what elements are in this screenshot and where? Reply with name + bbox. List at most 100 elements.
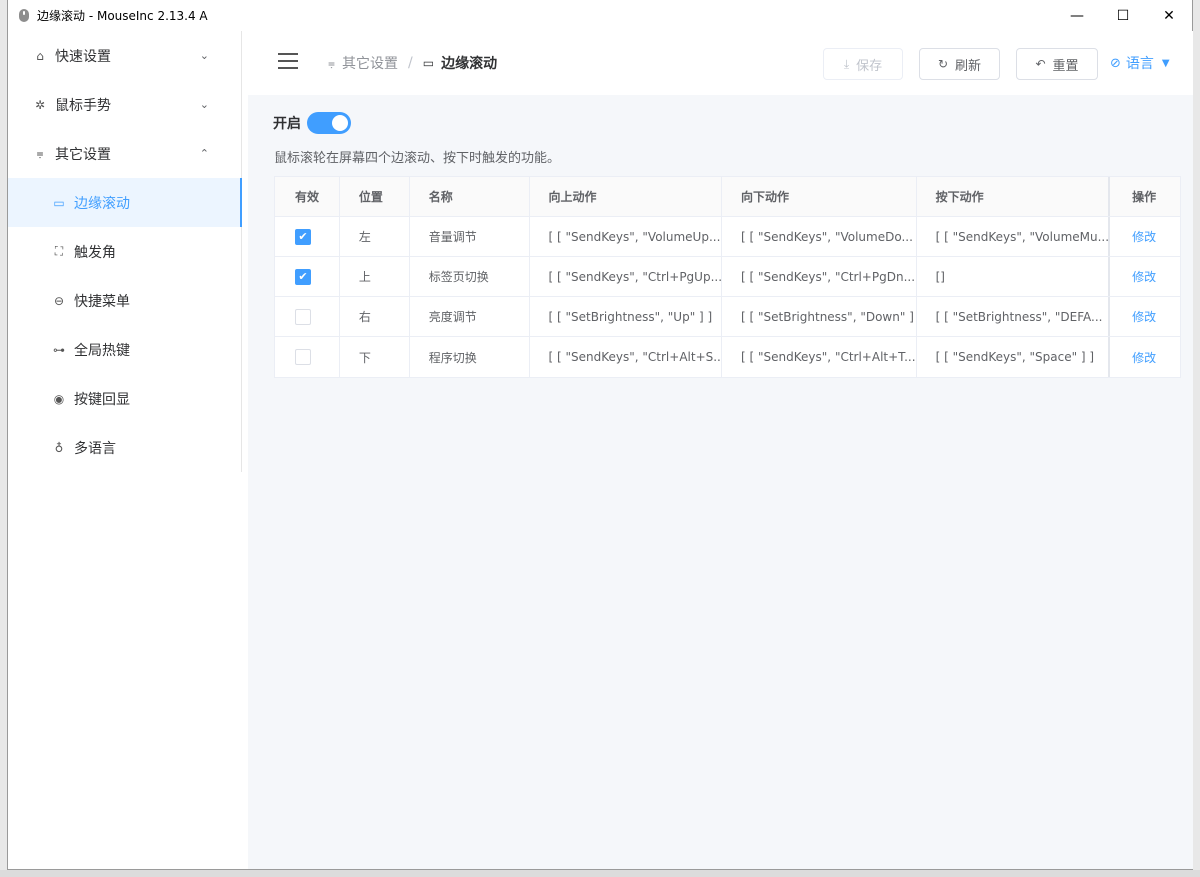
sidebar-item-languages[interactable]: ♁ 多语言 [8,423,241,472]
up-action-cell: [ [ "SetBrightness", "Up" ] ] [530,297,723,336]
press-action-cell: [ [ "SetBrightness", "DEFA... [917,297,1111,336]
name-cell: 亮度调节 [410,297,530,336]
save-button-label: 保存 [856,58,883,74]
enabled-cell: ✔ [275,217,340,256]
sidebar-item-label: 快速设置 [55,48,111,65]
microphone-icon: ♁ [54,440,64,455]
edit-link[interactable]: 修改 [1132,228,1156,245]
sidebar-item-quick-settings[interactable]: ⌂ 快速设置 ⌄ [8,31,241,80]
press-action-cell: [ [ "SendKeys", "Space" ] ] [917,337,1111,377]
down-action-cell: [ [ "SetBrightness", "Down" ] ] [722,297,917,336]
sliders-icon: ⩦ [36,146,44,160]
maximize-button[interactable]: ☐ [1100,0,1146,31]
table-row: ✔ 左 音量调节 [ [ "SendKeys", "VolumeUp... [ … [275,217,1180,257]
refresh-button-label: 刷新 [955,58,982,74]
sidebar-item-label: 多语言 [74,440,116,457]
enable-toggle[interactable] [307,112,351,134]
sidebar-item-label: 鼠标手势 [55,97,111,114]
column-header: 有效 [275,177,340,216]
position-cell: 右 [340,297,410,336]
sliders-icon: ⩦ [328,55,336,70]
sidebar-item-label: 按键回显 [74,391,130,408]
sidebar: ⌂ 快速设置 ⌄ ✲ 鼠标手势 ⌄ ⩦ 其它设置 ⌃ ▭ 边缘滚动 ⛶ 触发角 … [8,31,242,472]
caret-down-icon: ▼ [1161,57,1170,69]
title-bar: 边缘滚动 - MouseInc 2.13.4 A — ☐ ✕ [8,0,1192,31]
sidebar-item-hot-corners[interactable]: ⛶ 触发角 [8,227,241,276]
language-label: 语言 [1125,56,1154,72]
breadcrumb-parent[interactable]: ⩦ 其它设置 [328,53,398,73]
name-cell: 音量调节 [410,217,530,256]
name-cell: 标签页切换 [410,257,530,296]
refresh-button[interactable]: ↻ 刷新 [919,48,1000,80]
edit-link[interactable]: 修改 [1132,349,1156,366]
action-cell: 修改 [1110,217,1180,256]
reset-button-label: 重置 [1052,58,1079,74]
mouse-icon [19,9,29,22]
monitor-icon: ▭ [53,195,65,210]
save-button[interactable]: ⤓ 保存 [823,48,903,80]
download-icon: ⤓ [843,56,850,71]
enabled-cell [275,297,340,336]
enabled-checkbox[interactable]: ✔ [295,268,311,285]
edit-link[interactable]: 修改 [1132,308,1156,325]
sidebar-item-mouse-gestures[interactable]: ✲ 鼠标手势 ⌄ [8,80,241,129]
refresh-icon: ↻ [937,57,949,71]
position-cell: 下 [340,337,410,377]
sidebar-item-label: 其它设置 [55,146,111,163]
menu-toggle-icon[interactable] [278,53,298,69]
column-header: 按下动作 [917,177,1111,216]
app-window: 边缘滚动 - MouseInc 2.13.4 A — ☐ ✕ ⌂ 快速设置 ⌄ … [7,0,1193,870]
breadcrumb-current: ▭ 边缘滚动 [423,53,497,73]
up-action-cell: [ [ "SendKeys", "Ctrl+Alt+S... [530,337,723,377]
table-row: ✔ 上 标签页切换 [ [ "SendKeys", "Ctrl+PgUp... … [275,257,1180,297]
undo-icon: ↶ [1035,57,1046,71]
reset-button[interactable]: ↶ 重置 [1016,48,1098,80]
action-cell: 修改 [1110,337,1180,377]
enable-label: 开启 [273,116,301,132]
gear-icon: ✲ [34,97,46,112]
breadcrumb-current-label: 边缘滚动 [441,56,498,72]
minimize-button[interactable]: — [1054,0,1100,31]
sidebar-item-label: 触发角 [74,244,116,261]
enabled-checkbox[interactable]: ✔ [295,228,311,245]
breadcrumb: ⩦ 其它设置 / ▭ 边缘滚动 [328,53,497,73]
breadcrumb-separator: / [408,55,413,71]
home-icon: ⌂ [36,48,44,63]
up-action-cell: [ [ "SendKeys", "VolumeUp... [530,217,723,256]
monitor-icon: ▭ [422,56,435,70]
language-dropdown[interactable]: ⊘ 语言 ▼ [1110,53,1170,73]
sidebar-item-label: 全局热键 [74,342,130,359]
column-header: 向上动作 [530,177,723,216]
up-action-cell: [ [ "SendKeys", "Ctrl+PgUp... [530,257,723,296]
enabled-cell: ✔ [275,257,340,296]
sidebar-item-quick-menu[interactable]: ⊖ 快捷菜单 [8,276,241,325]
enable-row: 开启 [273,112,351,134]
breadcrumb-parent-label: 其它设置 [342,56,399,72]
enabled-cell [275,337,340,377]
edit-link[interactable]: 修改 [1132,268,1156,285]
window-title: 边缘滚动 - MouseInc 2.13.4 A [37,9,208,23]
chevron-down-icon: ⌄ [199,49,209,62]
feature-description: 鼠标滚轮在屏幕四个边滚动、按下时触发的功能。 [274,151,561,166]
sidebar-item-key-display[interactable]: ◉ 按键回显 [8,374,241,423]
sidebar-item-other-settings[interactable]: ⩦ 其它设置 ⌃ [8,129,241,178]
close-button[interactable]: ✕ [1146,0,1192,31]
sidebar-item-edge-scroll[interactable]: ▭ 边缘滚动 [8,178,242,227]
taskbar-edge [0,870,1200,877]
sidebar-item-label: 快捷菜单 [74,293,130,310]
down-action-cell: [ [ "SendKeys", "Ctrl+Alt+T... [722,337,917,377]
enabled-checkbox[interactable] [295,349,311,365]
edge-scroll-table: 有效 位置 名称 向上动作 向下动作 按下动作 操作 ✔ 左 音量调节 [ [ … [274,176,1181,378]
sidebar-item-label: 边缘滚动 [74,195,130,212]
corners-icon: ⛶ [54,244,64,258]
eye-icon: ◉ [53,391,65,406]
link-icon: ⊖ [53,293,65,308]
press-action-cell: [] [917,257,1111,296]
sidebar-item-global-hotkeys[interactable]: ⊶ 全局热键 [8,325,241,374]
table-header: 有效 位置 名称 向上动作 向下动作 按下动作 操作 [275,177,1180,217]
position-cell: 左 [340,217,410,256]
chevron-up-icon: ⌃ [199,147,209,160]
enabled-checkbox[interactable] [295,308,311,325]
top-bar: ⩦ 其它设置 / ▭ 边缘滚动 ⤓ 保存 ↻ 刷新 ↶ 重置 ⊘ 语言 ▼ [248,31,1193,95]
down-action-cell: [ [ "SendKeys", "Ctrl+PgDn... [722,257,917,296]
